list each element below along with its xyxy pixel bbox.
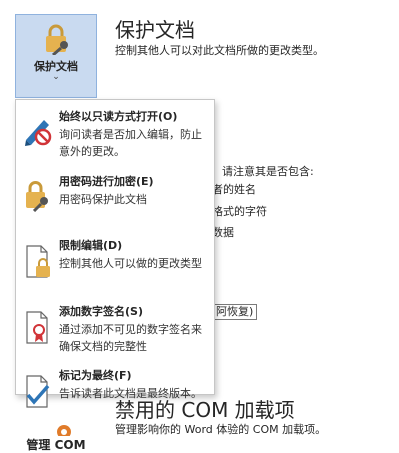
inspect-line-3: 数据 [212,226,234,239]
menu-item-title: 标记为最终(F) [59,369,132,382]
restore-button[interactable]: 阿恢复) [212,304,258,320]
chevron-down-icon: ⌄ [52,72,60,82]
gear-icon [57,425,71,436]
menu-item-always-read-only[interactable]: 始终以只读方式打开(O) 询问读者是否加入编辑，防止意外的更改。 [16,106,214,166]
menu-item-title: 用密码进行加密(E) [59,175,154,188]
inspect-note: 请注意其是否包含: [222,165,314,178]
menu-item-desc: 控制其他人可以做的更改类型 [59,257,202,270]
menu-item-encrypt-password[interactable]: 用密码进行加密(E) 用密码保护此文档 [16,170,214,220]
menu-item-mark-final[interactable]: 标记为最终(F) 告诉读者此文档是最终版本。 [16,364,214,408]
doc-lock-icon [26,245,50,278]
menu-item-desc: 用密码保护此文档 [59,193,147,206]
lock-key-icon [46,24,68,55]
menu-item-desc: 通过添加不可见的数字签名来确保文档的完整性 [59,323,202,353]
menu-item-title: 始终以只读方式打开(O) [59,110,178,123]
pencil-no-icon [25,120,52,146]
protect-section-subtitle: 控制其他人可以对此文档所做的更改类型。 [115,44,324,57]
lock-key-icon [26,181,48,212]
protect-section-title: 保护文档 [115,18,195,42]
menu-item-title: 添加数字签名(S) [59,305,143,318]
menu-item-desc: 告诉读者此文档是最终版本。 [59,387,202,400]
doc-ribbon-icon [26,311,48,344]
protect-document-button[interactable]: 保护文档 ⌄ [15,14,97,98]
inspect-line-1: 者的姓名 [212,183,256,196]
com-section-subtitle: 管理影响你的 Word 体验的 COM 加载项。 [115,423,327,436]
inspect-line-2: 格式的字符 [212,205,267,218]
protect-document-menu: 始终以只读方式打开(O) 询问读者是否加入编辑，防止意外的更改。 用密码进行加密… [15,99,215,408]
menu-item-restrict-editing[interactable]: 限制编辑(D) 控制其他人可以做的更改类型 [16,234,214,294]
manage-com-label: 管理 COM [26,438,86,452]
menu-item-title: 限制编辑(D) [59,239,123,252]
doc-check-icon [26,375,50,408]
menu-item-desc: 询问读者是否加入编辑，防止意外的更改。 [59,128,202,158]
menu-item-add-signature[interactable]: 添加数字签名(S) 通过添加不可见的数字签名来确保文档的完整性 [16,300,214,360]
